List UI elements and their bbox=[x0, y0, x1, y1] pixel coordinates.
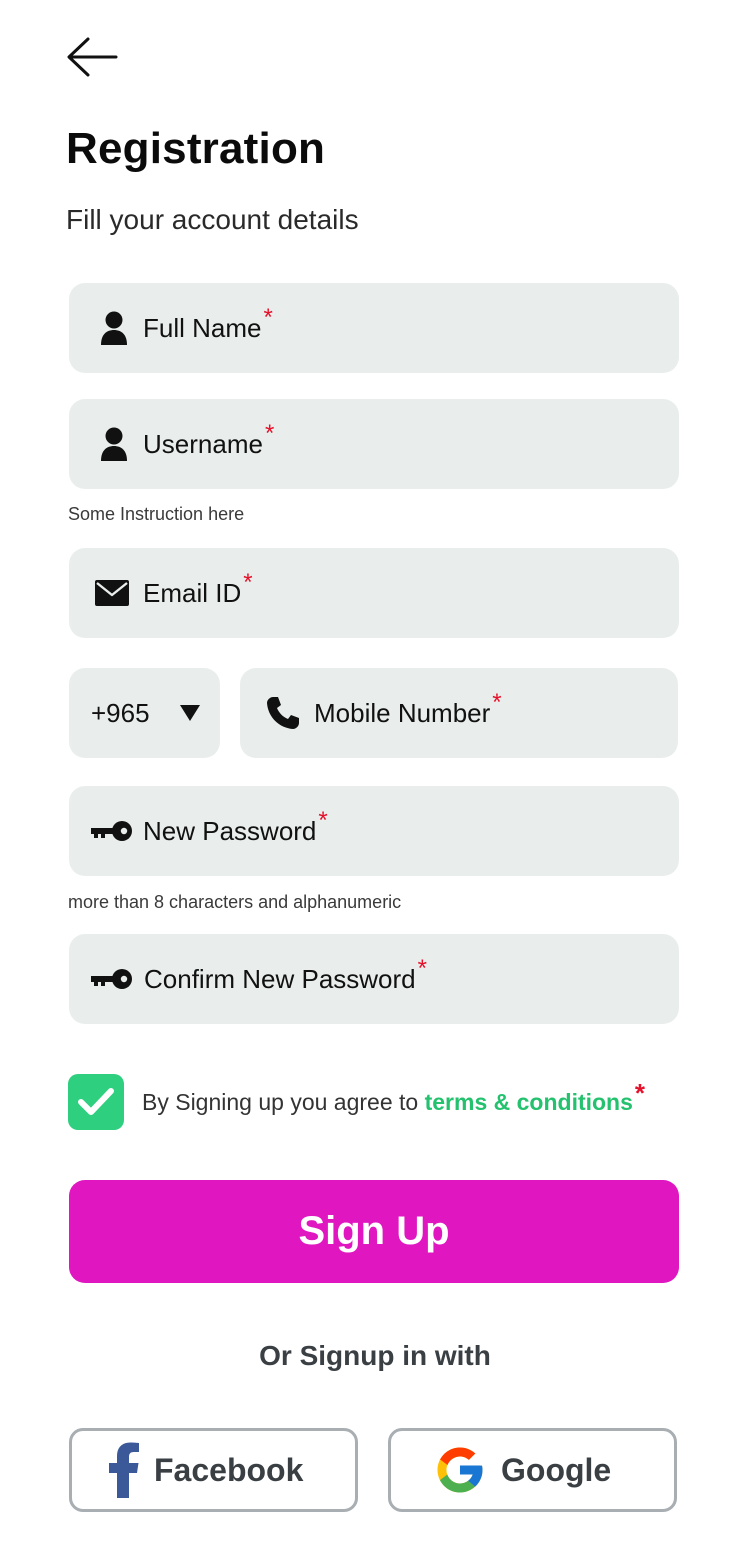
page-subtitle: Fill your account details bbox=[66, 204, 359, 235]
full-name-label: Full Name bbox=[143, 312, 262, 343]
caret-down-icon bbox=[180, 705, 200, 721]
username-field[interactable]: Username* bbox=[69, 399, 679, 489]
required-mark: * bbox=[417, 954, 427, 982]
facebook-icon bbox=[109, 1442, 139, 1498]
confirm-password-label: Confirm New Password bbox=[144, 963, 416, 994]
envelope-icon bbox=[91, 572, 133, 614]
new-password-field[interactable]: New Password* bbox=[69, 786, 679, 876]
checkmark-icon bbox=[78, 1088, 114, 1115]
required-mark: * bbox=[243, 568, 253, 596]
email-label: Email ID bbox=[143, 577, 242, 608]
new-password-label: New Password bbox=[143, 815, 317, 846]
facebook-label: Facebook bbox=[154, 1451, 304, 1488]
back-button[interactable] bbox=[62, 34, 122, 80]
google-button[interactable]: Google bbox=[388, 1428, 677, 1512]
google-label: Google bbox=[501, 1451, 612, 1488]
google-icon bbox=[437, 1447, 483, 1493]
key-icon bbox=[91, 810, 133, 852]
sign-up-button[interactable]: Sign Up bbox=[69, 1180, 679, 1283]
required-mark: * bbox=[634, 1078, 646, 1108]
confirm-password-field[interactable]: Confirm New Password* bbox=[69, 934, 679, 1024]
username-label: Username bbox=[143, 428, 263, 459]
username-hint: Some Instruction here bbox=[68, 504, 245, 524]
required-mark: * bbox=[492, 688, 502, 716]
page-title: Registration bbox=[66, 124, 326, 173]
phone-icon bbox=[262, 692, 304, 734]
key-icon bbox=[91, 958, 133, 1000]
required-mark: * bbox=[263, 303, 273, 331]
mobile-number-field[interactable]: Mobile Number* bbox=[240, 668, 678, 758]
arrow-left-icon bbox=[67, 37, 118, 77]
terms-text: By Signing up you agree to bbox=[142, 1089, 425, 1115]
full-name-field[interactable]: Full Name* bbox=[69, 283, 679, 373]
terms-checkbox[interactable] bbox=[68, 1074, 124, 1130]
user-icon bbox=[93, 423, 135, 465]
required-mark: * bbox=[264, 419, 275, 447]
terms-agreement: By Signing up you agree to terms & condi… bbox=[142, 1078, 645, 1117]
facebook-button[interactable]: Facebook bbox=[69, 1428, 358, 1512]
mobile-number-label: Mobile Number bbox=[314, 697, 491, 728]
or-signup-label: Or Signup in with bbox=[259, 1340, 491, 1371]
country-code-select[interactable]: +965 bbox=[69, 668, 220, 758]
terms-link[interactable]: terms & conditions bbox=[425, 1089, 633, 1115]
required-mark: * bbox=[318, 806, 328, 834]
password-hint: more than 8 characters and alphanumeric bbox=[68, 892, 402, 912]
user-icon bbox=[93, 307, 135, 349]
country-code-value: +965 bbox=[91, 697, 150, 728]
email-field[interactable]: Email ID* bbox=[69, 548, 679, 638]
